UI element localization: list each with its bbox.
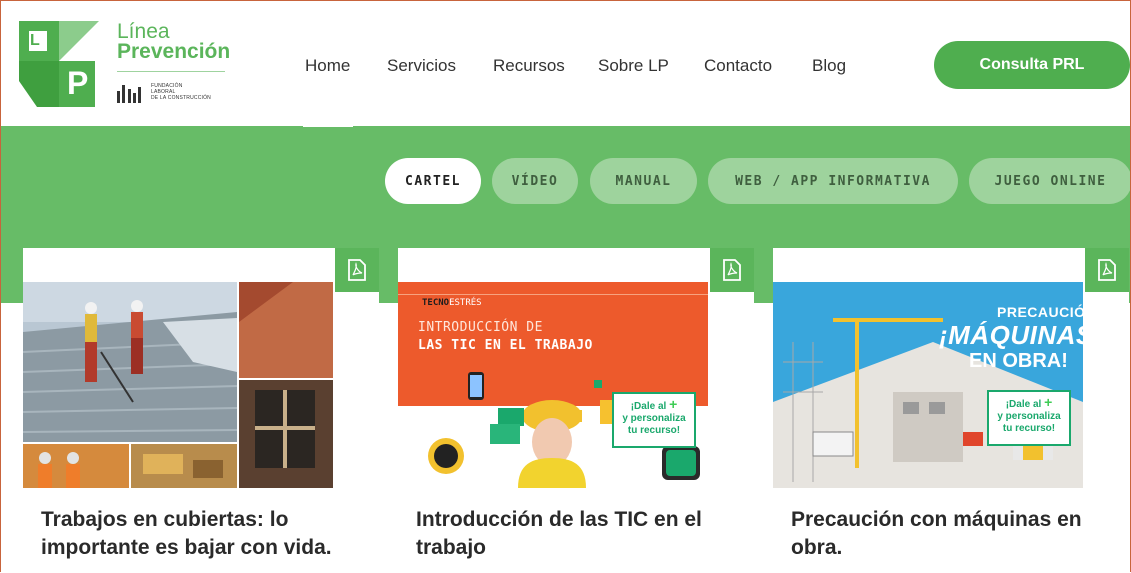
badge-line-2: y personaliza <box>997 411 1061 422</box>
nav-sobre-lp[interactable]: Sobre LP <box>598 56 669 76</box>
poster-title-line-2: ¡MÁQUINAS <box>939 320 1083 350</box>
pdf-download-tab[interactable] <box>1085 248 1129 292</box>
pdf-icon <box>348 259 366 281</box>
badge-line-3: tu recurso! <box>1002 423 1056 434</box>
brand-name-line1: Línea <box>117 20 170 43</box>
fundacion-text-3: DE LA CONSTRUCCIÓN <box>151 95 211 101</box>
badge-line-3: tu recurso! <box>627 425 681 436</box>
badge-line-1: ¡Dale al <box>1005 399 1042 410</box>
logo-letter-p: P <box>67 65 89 101</box>
poster-line-1: INTRODUCCIÓN DE <box>418 320 543 335</box>
resource-card-maquinas[interactable]: PRECAUCIÓN ¡MÁQUINAS EN OBRA! ¡Dale al +… <box>773 248 1129 572</box>
card-title[interactable]: Trabajos en cubiertas: lo importante es … <box>41 506 361 562</box>
brand-name-line2: Prevención <box>117 40 231 63</box>
nav-recursos[interactable]: Recursos <box>493 56 565 76</box>
badge-plus-icon: + <box>1044 394 1053 410</box>
pdf-download-tab[interactable] <box>710 248 754 292</box>
poster-brand-estres: ESTRÉS <box>449 298 482 308</box>
pdf-download-tab[interactable] <box>335 248 379 292</box>
browser-page: L P Línea Prevención FUNDACIÓN LABORAL D… <box>0 0 1131 572</box>
card-title[interactable]: Precaución con máquinas en obra. <box>791 506 1111 562</box>
filter-juego-online[interactable]: JUEGO ONLINE <box>969 158 1130 204</box>
poster-line-2: LAS TIC EN EL TRABAJO <box>418 338 593 353</box>
fundacion-bars-icon <box>117 85 141 103</box>
cubiertas-poster-image <box>23 282 333 488</box>
personaliza-badge: ¡Dale al + y personaliza tu recurso! <box>987 390 1071 446</box>
nav-servicios[interactable]: Servicios <box>387 56 456 76</box>
nav-contacto[interactable]: Contacto <box>704 56 772 76</box>
poster-title-line-3: EN OBRA! <box>969 350 1068 372</box>
nav-blog[interactable]: Blog <box>812 56 846 76</box>
logo-letter-l: L <box>30 32 40 49</box>
pdf-icon <box>723 259 741 281</box>
card-title[interactable]: Introducción de las TIC en el trabajo <box>416 506 736 562</box>
filter-web-app[interactable]: WEB / APP INFORMATIVA <box>708 158 958 204</box>
brand-divider <box>117 71 225 72</box>
poster-title-line-1: PRECAUCIÓN <box>997 304 1083 320</box>
nav-home[interactable]: Home <box>305 56 350 76</box>
resource-card-tic[interactable]: TECNOESTRÉS INTRODUCCIÓN DE LAS TIC EN E… <box>398 248 754 572</box>
personaliza-badge: ¡Dale al + y personaliza tu recurso! <box>612 392 696 448</box>
nav-active-indicator <box>303 124 353 127</box>
filter-manual[interactable]: MANUAL <box>590 158 697 204</box>
badge-plus-icon: + <box>669 396 678 412</box>
pdf-icon <box>1098 259 1116 281</box>
poster-brand-tecno: TECNO <box>422 298 450 308</box>
resource-card-cubiertas[interactable]: Trabajos en cubiertas: lo importante es … <box>23 248 379 572</box>
tic-poster-image: TECNOESTRÉS INTRODUCCIÓN DE LAS TIC EN E… <box>398 282 708 488</box>
filter-video[interactable]: VÍDEO <box>492 158 578 204</box>
consulta-prl-button[interactable]: Consulta PRL <box>934 41 1130 89</box>
badge-line-1: ¡Dale al <box>630 401 667 412</box>
filter-cartel[interactable]: CARTEL <box>385 158 481 204</box>
fundacion-logo: FUNDACIÓN LABORAL DE LA CONSTRUCCIÓN <box>117 81 237 105</box>
site-header: L P Línea Prevención FUNDACIÓN LABORAL D… <box>1 1 1130 126</box>
maquinas-poster-image: PRECAUCIÓN ¡MÁQUINAS EN OBRA! ¡Dale al +… <box>773 282 1083 488</box>
badge-line-2: y personaliza <box>622 413 686 424</box>
